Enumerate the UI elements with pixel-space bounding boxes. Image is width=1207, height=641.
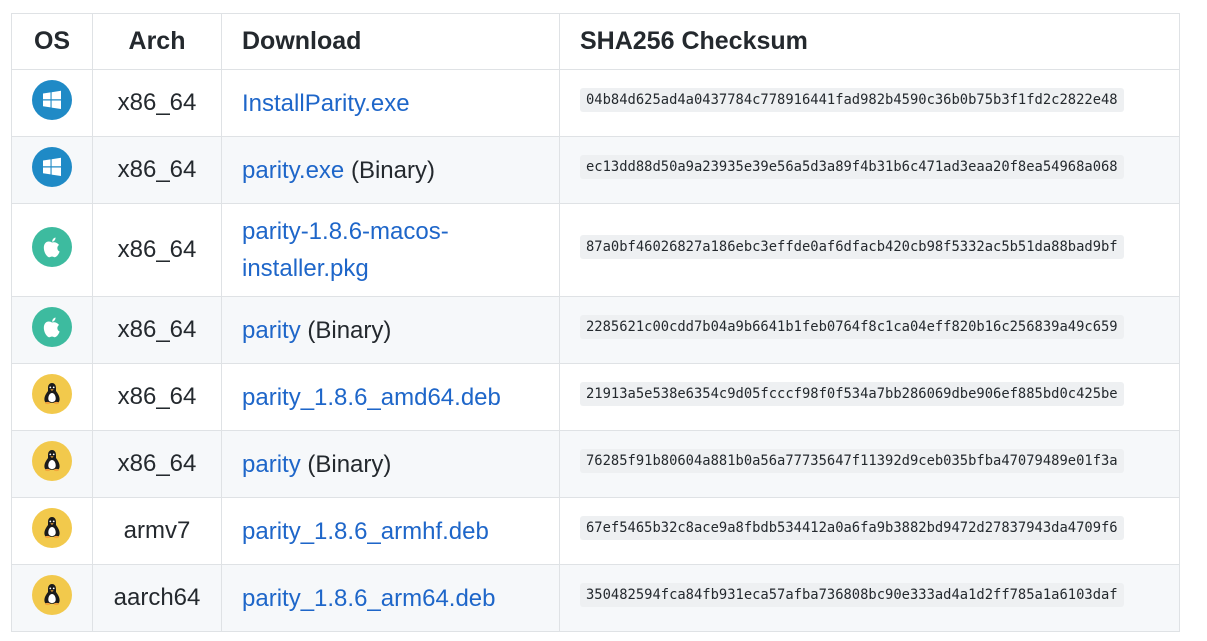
checksum-cell: 76285f91b80604a881b0a56a77735647f11392d9… (559, 430, 1180, 498)
table-row: x86_64 parity-1.8.6-macos-installer.pkg 87… (11, 203, 1180, 297)
checksum-value: 350482594fca84fb931eca57afba736808bc90e3… (580, 583, 1124, 607)
linux-penguin-icon (32, 374, 72, 414)
checksum-value: ec13dd88d50a9a23935e39e56a5d3a89f4b31b6c… (580, 155, 1124, 179)
apple-icon (32, 307, 72, 347)
checksum-cell: 87a0bf46026827a186ebc3effde0af6dfacb420c… (559, 203, 1180, 297)
header-os: OS (11, 13, 93, 70)
checksum-cell: 21913a5e538e6354c9d05fcccf98f0f534a7bb28… (559, 363, 1180, 431)
download-suffix: (Binary) (300, 316, 392, 344)
download-cell: InstallParity.exe (221, 69, 560, 137)
download-link[interactable]: parity_1.8.6_amd64.deb (242, 384, 501, 411)
os-cell (11, 497, 93, 565)
table-row: x86_64 parity (Binary) 2285621c00cdd7b04a9… (11, 296, 1180, 364)
table-header-row: OS Arch Download SHA256 Checksum (11, 13, 1180, 70)
arch-cell: x86_64 (92, 69, 222, 137)
download-suffix: (Binary) (300, 450, 392, 478)
download-cell: parity (Binary) (221, 296, 560, 364)
download-link[interactable]: parity_1.8.6_armhf.deb (242, 518, 489, 545)
download-suffix: (Binary) (344, 156, 435, 184)
header-arch: Arch (92, 13, 222, 70)
linux-penguin-icon (32, 508, 72, 548)
download-link[interactable]: InstallParity.exe (242, 90, 410, 117)
table-row: x86_64 parity (Binary) 76285f91b80604a881b… (11, 430, 1180, 498)
windows-icon (32, 147, 72, 187)
os-cell (11, 363, 93, 431)
download-cell: parity_1.8.6_arm64.deb (221, 564, 560, 632)
download-link[interactable]: parity.exe (242, 157, 344, 184)
checksum-value: 76285f91b80604a881b0a56a77735647f11392d9… (580, 449, 1124, 473)
download-link[interactable]: parity (242, 451, 301, 478)
os-cell (11, 564, 93, 632)
arch-cell: armv7 (92, 497, 222, 565)
checksum-cell: 350482594fca84fb931eca57afba736808bc90e3… (559, 564, 1180, 632)
os-cell (11, 430, 93, 498)
table-row: aarch64 parity_1.8.6_arm64.deb 350482594fc… (11, 564, 1180, 632)
linux-penguin-icon (32, 575, 72, 615)
windows-icon (32, 80, 72, 120)
arch-cell: aarch64 (92, 564, 222, 632)
arch-cell: x86_64 (92, 296, 222, 364)
download-cell: parity-1.8.6-macos-installer.pkg (221, 203, 560, 297)
checksum-cell: 67ef5465b32c8ace9a8fbdb534412a0a6fa9b388… (559, 497, 1180, 565)
table-row: x86_64 InstallParity.exe 04b84d625ad4a0437… (11, 69, 1180, 137)
os-cell (11, 203, 93, 297)
apple-icon (32, 227, 72, 267)
checksum-cell: 04b84d625ad4a0437784c778916441fad982b459… (559, 69, 1180, 137)
checksum-value: 67ef5465b32c8ace9a8fbdb534412a0a6fa9b388… (580, 516, 1124, 540)
os-cell (11, 296, 93, 364)
download-link[interactable]: parity-1.8.6-macos-installer.pkg (242, 218, 449, 282)
header-checksum: SHA256 Checksum (559, 13, 1180, 70)
downloads-table: OS Arch Download SHA256 Checksum x86_64 I… (11, 13, 1180, 632)
arch-cell: x86_64 (92, 136, 222, 204)
table-row: x86_64 parity_1.8.6_amd64.deb 21913a5e538e… (11, 363, 1180, 431)
os-cell (11, 69, 93, 137)
checksum-value: 21913a5e538e6354c9d05fcccf98f0f534a7bb28… (580, 382, 1124, 406)
os-cell (11, 136, 93, 204)
arch-cell: x86_64 (92, 430, 222, 498)
checksum-cell: 2285621c00cdd7b04a9b6641b1feb0764f8c1ca0… (559, 296, 1180, 364)
table-row: x86_64 parity.exe (Binary) ec13dd88d50a9a2… (11, 136, 1180, 204)
linux-penguin-icon (32, 441, 72, 481)
download-cell: parity_1.8.6_amd64.deb (221, 363, 560, 431)
download-link[interactable]: parity_1.8.6_arm64.deb (242, 585, 496, 612)
header-download: Download (221, 13, 560, 70)
download-cell: parity_1.8.6_armhf.deb (221, 497, 560, 565)
table-row: armv7 parity_1.8.6_armhf.deb 67ef5465b32c8… (11, 497, 1180, 565)
checksum-value: 04b84d625ad4a0437784c778916441fad982b459… (580, 88, 1124, 112)
download-cell: parity (Binary) (221, 430, 560, 498)
checksum-cell: ec13dd88d50a9a23935e39e56a5d3a89f4b31b6c… (559, 136, 1180, 204)
arch-cell: x86_64 (92, 203, 222, 297)
checksum-value: 87a0bf46026827a186ebc3effde0af6dfacb420c… (580, 235, 1124, 259)
download-link[interactable]: parity (242, 317, 301, 344)
download-cell: parity.exe (Binary) (221, 136, 560, 204)
checksum-value: 2285621c00cdd7b04a9b6641b1feb0764f8c1ca0… (580, 315, 1124, 339)
arch-cell: x86_64 (92, 363, 222, 431)
